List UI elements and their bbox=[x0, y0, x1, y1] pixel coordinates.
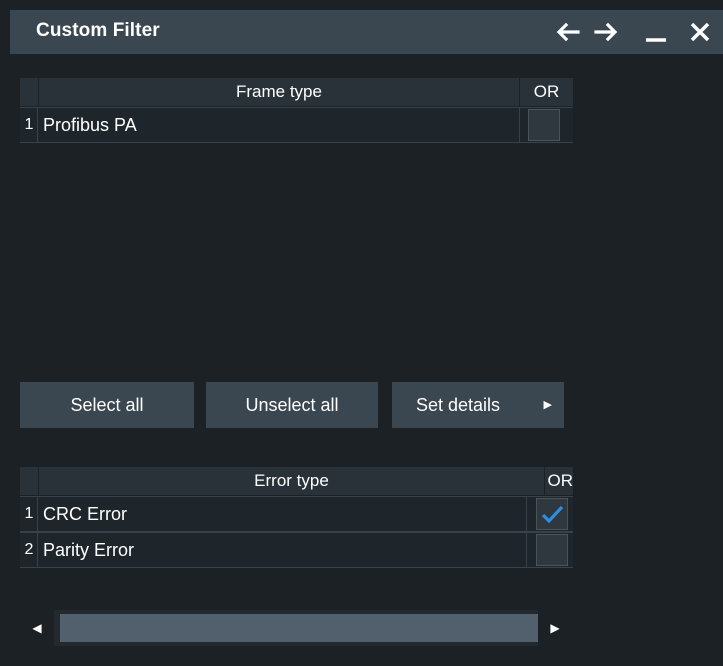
submenu-arrow-icon: ▶ bbox=[543, 399, 552, 411]
scroll-left-icon[interactable]: ◀ bbox=[20, 610, 54, 646]
frame-table-corner bbox=[20, 78, 38, 106]
divider bbox=[526, 497, 527, 531]
error-type-name: Parity Error bbox=[43, 540, 135, 560]
frame-type-table: Frame type OR 1 Profibus PA bbox=[20, 78, 573, 148]
scroll-right-icon[interactable]: ▶ bbox=[538, 610, 572, 646]
error-row-1[interactable]: 1 CRC Error bbox=[20, 496, 573, 532]
window-title: Custom Filter bbox=[36, 20, 160, 41]
error-type-name: CRC Error bbox=[43, 504, 127, 524]
divider bbox=[37, 533, 38, 567]
row-index: 1 bbox=[24, 505, 34, 522]
error-or-checkbox-checked[interactable] bbox=[536, 498, 568, 530]
error-or-checkbox[interactable] bbox=[536, 534, 568, 566]
unselect-all-button[interactable]: Unselect all bbox=[206, 382, 378, 428]
divider bbox=[37, 497, 38, 531]
error-type-header: Error type bbox=[39, 467, 544, 495]
divider bbox=[526, 533, 527, 567]
divider bbox=[37, 108, 38, 142]
unselect-all-label: Unselect all bbox=[245, 395, 339, 415]
frame-or-checkbox[interactable] bbox=[528, 109, 560, 141]
arrow-right-icon[interactable] bbox=[592, 18, 620, 46]
arrow-left-icon[interactable] bbox=[554, 18, 582, 46]
scrollbar-thumb[interactable] bbox=[60, 614, 546, 642]
set-details-button[interactable]: Set details ▶ bbox=[392, 382, 564, 428]
window-titlebar: Custom Filter bbox=[10, 10, 723, 54]
row-index: 2 bbox=[24, 541, 34, 558]
frame-type-header: Frame type bbox=[39, 78, 519, 106]
error-row-2[interactable]: 2 Parity Error bbox=[20, 532, 573, 568]
close-icon[interactable] bbox=[686, 18, 714, 46]
select-all-label: Select all bbox=[70, 395, 144, 415]
select-all-button[interactable]: Select all bbox=[20, 382, 194, 428]
row-index: 1 bbox=[24, 116, 34, 133]
minimize-icon[interactable] bbox=[642, 18, 670, 46]
error-or-header: OR bbox=[545, 467, 573, 495]
error-type-table: Error type OR 1 CRC Error 2 Parity Error bbox=[20, 467, 573, 573]
frame-row-1[interactable]: 1 Profibus PA bbox=[20, 107, 573, 143]
horizontal-scrollbar[interactable]: ◀ ▶ bbox=[20, 610, 572, 646]
frame-or-header: OR bbox=[520, 78, 573, 106]
checkmark-icon bbox=[541, 505, 564, 524]
frame-type-name: Profibus PA bbox=[43, 115, 137, 135]
divider bbox=[519, 108, 520, 142]
error-table-corner bbox=[20, 467, 38, 495]
set-details-label: Set details bbox=[416, 395, 501, 415]
